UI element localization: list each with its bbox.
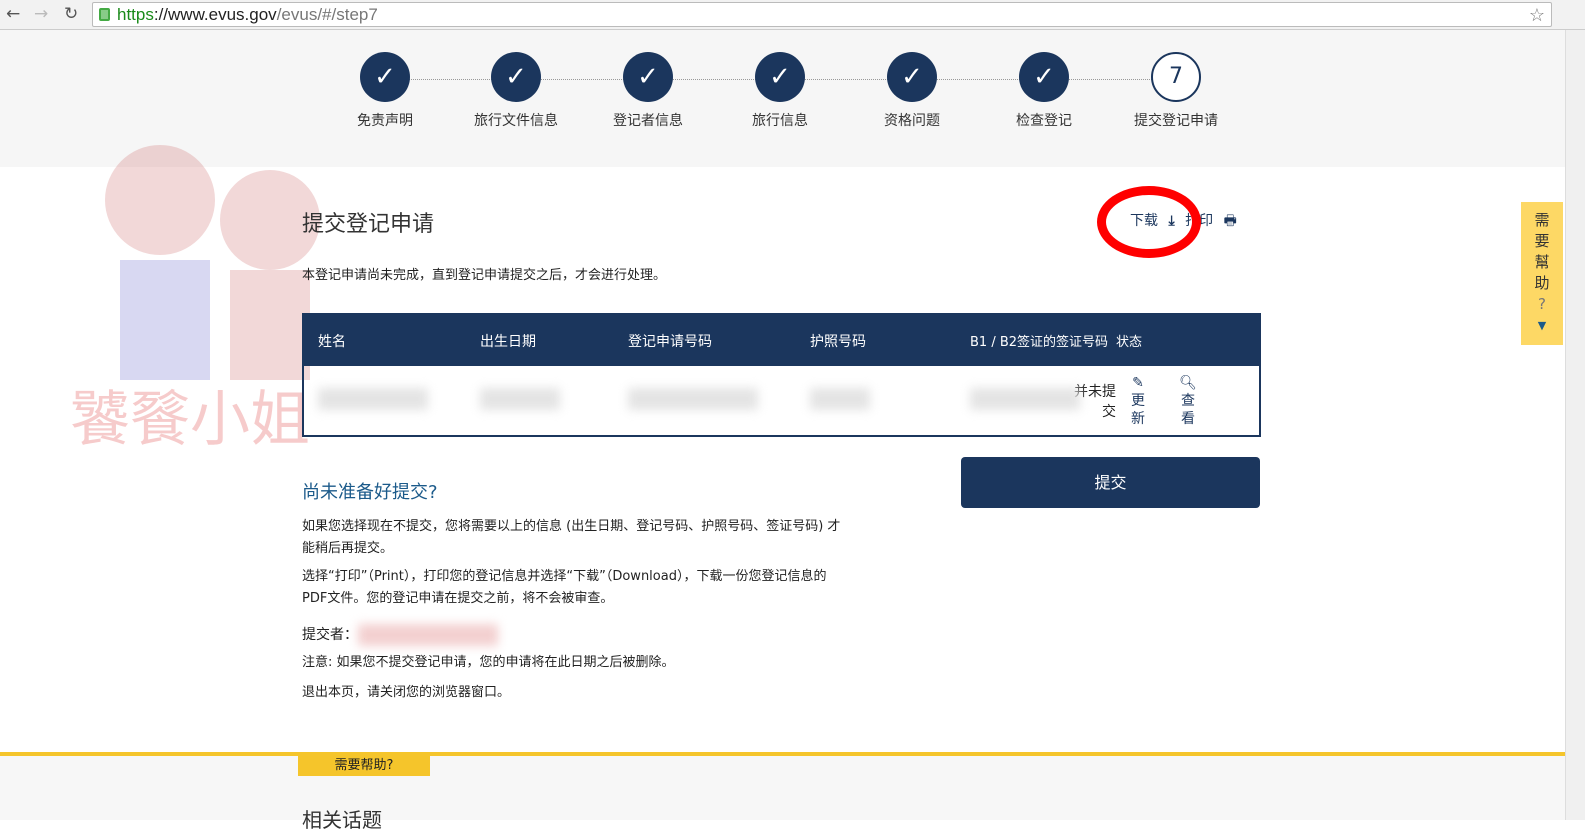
step-marker: ✓	[887, 52, 937, 102]
step-label: 资格问题	[884, 113, 940, 129]
scrollbar[interactable]	[1565, 30, 1585, 820]
redacted-submitter	[358, 624, 498, 646]
deletion-note: 注意: 如果您不提交登记申请，您的申请将在此日期之后被删除。	[302, 655, 675, 670]
page-title: 提交登记申请	[302, 212, 435, 237]
step-4: ✓ 旅行信息	[720, 52, 840, 130]
step-label: 旅行文件信息	[474, 113, 558, 129]
step-marker: 7	[1151, 52, 1201, 102]
step-marker: ✓	[1019, 52, 1069, 102]
step-label: 提交登记申请	[1134, 113, 1218, 129]
redacted-dob	[480, 387, 560, 410]
col-visa: B1 / B2签证的签证号码	[956, 314, 1116, 366]
col-dob: 出生日期	[466, 314, 614, 366]
step-6: ✓ 检查登记	[984, 52, 1104, 130]
svg-text:饕餮小姐: 饕餮小姐	[70, 385, 310, 455]
col-app-number: 登记申请号码	[614, 314, 796, 366]
step-3: ✓ 登记者信息	[588, 52, 708, 130]
not-ready-heading: 尚未准备好提交?	[302, 482, 438, 503]
footer-help-label: 需要帮助?	[298, 756, 430, 776]
table-header-row: 姓名 出生日期 登记申请号码 护照号码 B1 / B2签证的签证号码 状态	[303, 314, 1260, 366]
submitter-label: 提交者：	[302, 627, 358, 643]
bookmark-star-icon[interactable]: ☆	[1529, 4, 1545, 27]
step-marker: ✓	[491, 52, 541, 102]
view-link[interactable]: 🔍︎ 查看	[1178, 374, 1198, 428]
print-icon[interactable]: 🖶	[1224, 213, 1237, 229]
footer: 需要帮助? 相关话题	[0, 752, 1565, 832]
notice-text: 本登记申请尚未完成，直到登记申请提交之后，才会进行处理。	[302, 268, 667, 283]
step-label: 检查登记	[1016, 113, 1072, 129]
footer-title: 相关话题	[302, 808, 382, 832]
col-passport: 护照号码	[796, 314, 956, 366]
chevron-down-icon: ▼	[1537, 319, 1547, 332]
step-5: ✓ 资格问题	[852, 52, 972, 130]
pencil-icon: ✎	[1132, 374, 1144, 391]
col-name: 姓名	[303, 314, 466, 366]
update-link[interactable]: ✎ 更新	[1128, 374, 1148, 428]
col-status: 状态	[1116, 314, 1144, 366]
help-tab-label: 需要幫助	[1534, 211, 1550, 292]
address-bar[interactable]: https://www.evus.gov/evus/#/step7 ☆	[92, 2, 1552, 27]
search-icon: 🔍︎	[1179, 374, 1197, 391]
back-icon[interactable]: ←	[6, 4, 20, 24]
step-7: 7 提交登记申请	[1116, 52, 1236, 130]
col-actions	[1144, 314, 1260, 366]
redacted-visa	[970, 387, 1080, 410]
reload-icon[interactable]: ↻	[64, 4, 78, 24]
step-label: 登记者信息	[613, 113, 683, 129]
update-label: 更新	[1131, 392, 1145, 427]
forward-icon[interactable]: →	[34, 4, 48, 24]
url-scheme: https	[117, 5, 154, 24]
redacted-name	[318, 387, 428, 410]
redacted-passport	[810, 387, 870, 410]
submit-button[interactable]: 提交	[961, 457, 1260, 508]
help-tab-question: ?	[1538, 295, 1546, 313]
help-side-tab[interactable]: 需要幫助 ? ▼	[1521, 202, 1563, 345]
browser-toolbar: ← → ↻ https://www.evus.gov/evus/#/step7 …	[0, 0, 1585, 30]
not-ready-p2: 选择“打印”（Print），打印您的登记信息并选择“下载”（Download），…	[302, 569, 827, 606]
not-ready-p1: 如果您选择现在不提交，您将需要以上的信息 (出生日期、登记号码、护照号码、签证号…	[302, 519, 841, 556]
application-table: 姓名 出生日期 登记申请号码 护照号码 B1 / B2签证的签证号码 状态 并未…	[302, 313, 1261, 437]
url-path: /evus/#/step7	[276, 5, 378, 24]
red-annotation-circle	[1097, 186, 1201, 258]
step-2: ✓ 旅行文件信息	[456, 52, 576, 130]
step-marker: ✓	[755, 52, 805, 102]
step-marker: ✓	[623, 52, 673, 102]
view-label: 查看	[1181, 392, 1195, 427]
step-marker: ✓	[360, 52, 410, 102]
step-label: 旅行信息	[752, 113, 808, 129]
exit-note: 退出本页，请关闭您的浏览器窗口。	[302, 685, 511, 700]
url-domain: ://www.evus.gov	[153, 5, 277, 24]
redacted-app-number	[628, 387, 758, 410]
table-row: 并未提交 ✎ 更新 🔍︎ 查看	[303, 366, 1260, 436]
lock-icon	[99, 8, 110, 21]
